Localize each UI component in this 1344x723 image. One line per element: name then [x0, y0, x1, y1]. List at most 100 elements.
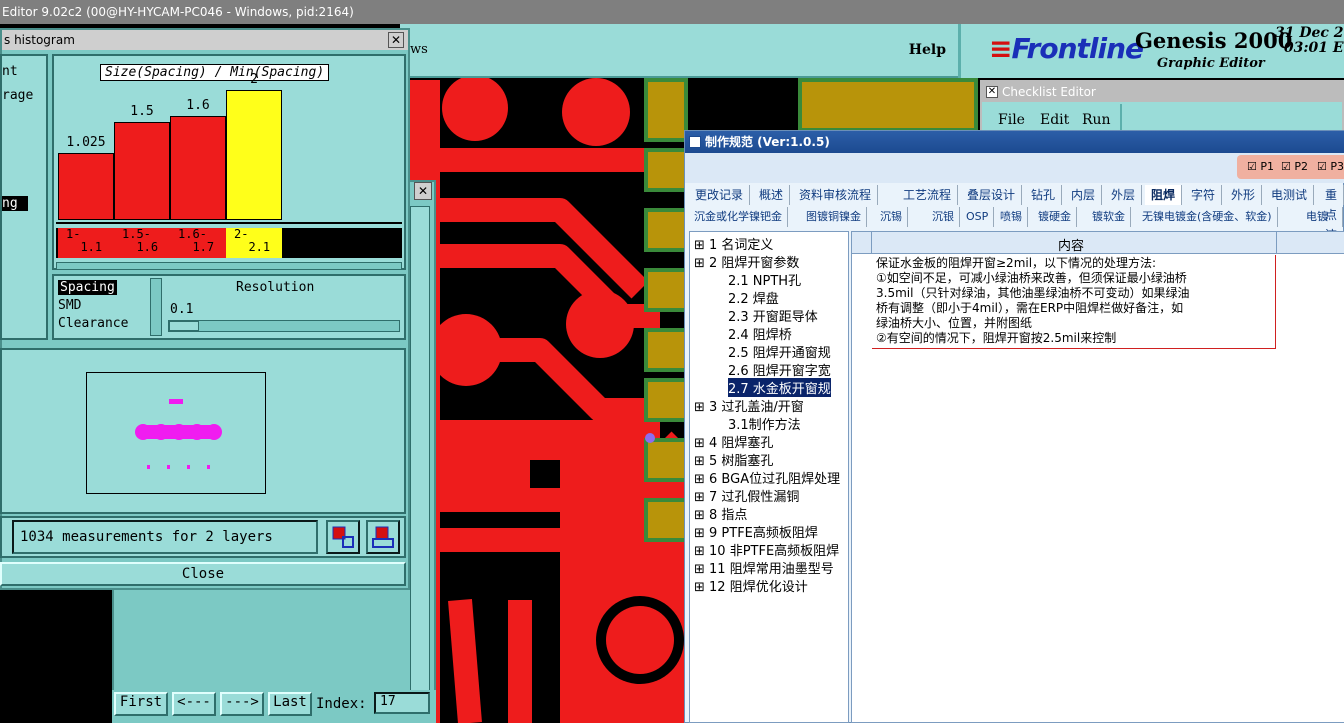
tree-item[interactable]: 2.2 焊盘 — [728, 288, 779, 307]
horizontal-scrollbar[interactable] — [56, 262, 402, 270]
clearance-option[interactable]: Clearance — [58, 316, 128, 331]
histogram-title: s histogram — [2, 30, 408, 50]
scrollbar[interactable] — [410, 206, 430, 706]
zoom-in-icon[interactable] — [326, 520, 360, 554]
histogram-bar[interactable] — [58, 153, 114, 220]
range-label[interactable]: 2- 2.1 — [226, 228, 282, 258]
edit-menu[interactable]: Edit — [1040, 112, 1069, 128]
last-button[interactable]: Last — [268, 692, 312, 716]
frontline-logo: ≡Frontline — [989, 32, 1144, 65]
content-line: 绿油桥大小、位置，并附图纸 — [876, 316, 1033, 330]
options-scrollbar[interactable] — [150, 278, 162, 336]
tree-item[interactable]: ⊞ 5 树脂塞孔 — [694, 450, 773, 469]
content-line: 桥有调整（即小于4mil），需在ERP中阻焊栏做好备注，如 — [876, 301, 1184, 315]
index-input[interactable]: 17 — [374, 692, 430, 714]
sub-tab[interactable]: 镀硬金 — [1033, 207, 1077, 227]
sub-tab[interactable]: 喷锡 — [995, 207, 1028, 227]
tree-item[interactable]: ⊞ 3 过孔盖油/开窗 — [694, 396, 804, 415]
sub-tab[interactable]: 电镀面 — [1301, 207, 1343, 243]
sub-tab[interactable]: 镀软金 — [1087, 207, 1131, 227]
window-icon: ✕ — [986, 86, 998, 98]
tree-item[interactable]: ⊞ 12 阻焊优化设计 — [694, 576, 808, 595]
sub-tab[interactable]: 沉金或化学镍钯金 — [689, 207, 788, 227]
histogram-window: s histogram ✕ nt rage ng Size(Spacing) /… — [0, 28, 410, 590]
tree-item[interactable]: ⊞ 9 PTFE高频板阻焊 — [694, 522, 818, 541]
tab[interactable]: 资料审核流程 — [793, 185, 879, 205]
tree-item[interactable]: ⊞ 11 阻焊常用油墨型号 — [694, 558, 834, 577]
tab[interactable]: 外形 — [1225, 185, 1263, 205]
tab[interactable]: 钻孔 — [1025, 185, 1063, 205]
histogram-bar[interactable] — [170, 116, 226, 220]
sub-tab[interactable]: 无镍电镀金(含硬金、软金) — [1137, 207, 1278, 227]
tab[interactable]: 重点流 — [1319, 185, 1344, 242]
brand-area: ≡Frontline Genesis 2000 Graphic Editor 3… — [958, 24, 1344, 78]
resolution-slider[interactable] — [168, 320, 400, 332]
tab[interactable]: 字符 — [1185, 185, 1223, 205]
tree-item[interactable]: 2.3 开窗距导体 — [728, 306, 818, 325]
run-menu[interactable]: Run — [1082, 112, 1111, 128]
close-button[interactable]: Close — [0, 562, 406, 586]
range-label[interactable]: 1.6- 1.7 — [170, 228, 226, 258]
sub-tab[interactable]: OSP — [961, 207, 995, 227]
help-menu[interactable]: Help — [909, 42, 946, 58]
tab[interactable]: 电测试 — [1265, 185, 1315, 205]
content-line: ①如空间不足，可减小绿油桥来改善，但须保证最小绿油桥 — [876, 271, 1187, 285]
histogram-close-icon[interactable]: ✕ — [388, 32, 404, 48]
preview-graphic — [135, 399, 222, 469]
tab[interactable]: 阻焊 — [1145, 185, 1183, 205]
app-title: Editor 9.02c2 (00@HY-HYCAM-PC046 - Windo… — [2, 5, 354, 19]
tab[interactable]: 更改记录 — [689, 185, 751, 205]
spec-toolbar: ☑ P1 ☑ P2 ☑ P3 — [685, 153, 1344, 183]
sub-tab[interactable]: 沉锡 — [875, 207, 908, 227]
menu-fragment[interactable]: ws — [410, 42, 428, 57]
spacing-option[interactable]: Spacing — [58, 280, 117, 295]
content-line: 3.5mil（只针对绿油，其他油墨绿油桥不可变动）如果绿油 — [876, 286, 1190, 300]
tree-item[interactable]: 2.5 阻焊开通窗规 — [728, 342, 831, 361]
background-close-icon[interactable]: ✕ — [414, 182, 432, 200]
nav-bar: First <--- ---> Last Index: 17 — [112, 690, 436, 723]
tab[interactable]: 内层 — [1065, 185, 1103, 205]
sub-tab[interactable]: 图镀铜镍金 — [801, 207, 867, 227]
options-panel: Spacing SMD Clearance Resolution 0.1 — [52, 274, 406, 340]
table-header: 内容 — [852, 232, 1344, 254]
tab[interactable]: 叠层设计 — [961, 185, 1023, 205]
tree-item[interactable]: 3.1制作方法 — [728, 414, 801, 433]
range-label[interactable]: 1- 1.1 — [58, 228, 114, 258]
first-button[interactable]: First — [114, 692, 168, 716]
range-label[interactable]: 1.5- 1.6 — [114, 228, 170, 258]
list-item[interactable]: rage — [2, 88, 33, 103]
tab[interactable]: 外层 — [1105, 185, 1143, 205]
tree-item[interactable]: ⊞ 10 非PTFE高频板阻焊 — [694, 540, 839, 559]
tree-item[interactable]: ⊞ 4 阻焊塞孔 — [694, 432, 773, 451]
bar-value-label: 1.6 — [186, 98, 210, 113]
zoom-fit-icon[interactable] — [366, 520, 400, 554]
range-labels: 1- 1.1 1.5- 1.6 1.6- 1.7 2- 2.1 — [56, 228, 402, 258]
tab[interactable]: 概述 — [753, 185, 791, 205]
p1-checkbox[interactable]: ☑ P1 — [1247, 160, 1274, 173]
preview-image — [86, 372, 266, 494]
tree-item[interactable]: ⊞ 8 指点 — [694, 504, 747, 523]
tree-item[interactable]: 2.6 阻焊开窗字宽 — [728, 360, 831, 379]
tree-item[interactable]: ⊞ 7 过孔假性漏铜 — [694, 486, 799, 505]
smd-option[interactable]: SMD — [58, 298, 81, 313]
tree-item[interactable]: 2.7 水金板开窗规 — [728, 378, 831, 397]
tree-item[interactable]: ⊞ 6 BGA位过孔阻焊处理 — [694, 468, 840, 487]
bar-value-label: 2 — [250, 72, 258, 87]
list-item-selected[interactable]: ng — [2, 196, 28, 211]
topic-tree: ⊞ 1 名词定义 ⊞ 2 阻焊开窗参数 2.1 NPTH孔 2.2 焊盘 2.3 开窗距… — [689, 231, 849, 723]
tree-item[interactable]: 2.1 NPTH孔 — [728, 270, 801, 289]
sub-tab[interactable]: 沉银 — [927, 207, 960, 227]
histogram-bar[interactable] — [226, 90, 282, 220]
p3-checkbox[interactable]: ☑ P3 — [1317, 160, 1344, 173]
next-button[interactable]: ---> — [220, 692, 264, 716]
histogram-bar[interactable] — [114, 122, 170, 220]
p2-checkbox[interactable]: ☑ P2 — [1281, 160, 1308, 173]
content-cell[interactable]: 保证水金板的阻焊开窗≥2mil，以下情况的处理方法: ①如空间不足，可减小绿油桥来… — [872, 255, 1276, 349]
file-menu[interactable]: File — [998, 112, 1025, 128]
tab[interactable]: 工艺流程 — [897, 185, 959, 205]
tree-item[interactable]: 2.4 阻焊桥 — [728, 324, 792, 343]
list-item[interactable]: nt — [2, 64, 18, 79]
prev-button[interactable]: <--- — [172, 692, 216, 716]
tree-item[interactable]: ⊞ 2 阻焊开窗参数 — [694, 252, 799, 271]
tree-item[interactable]: ⊞ 1 名词定义 — [694, 234, 773, 253]
